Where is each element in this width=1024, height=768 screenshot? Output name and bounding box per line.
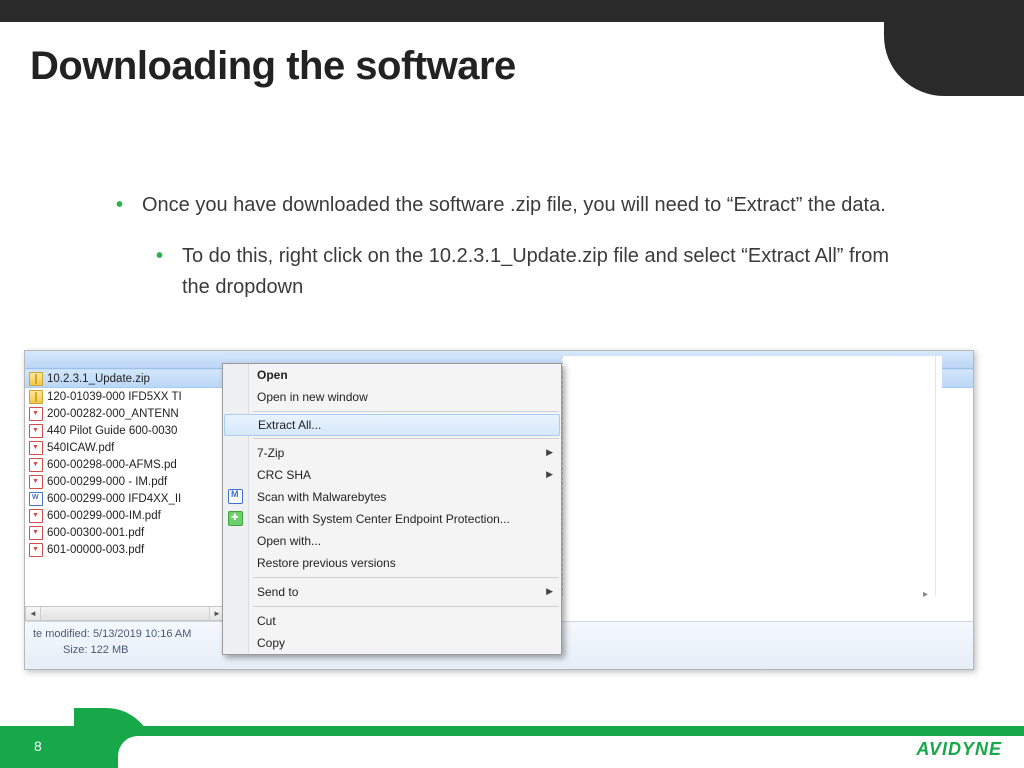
- bullet-main-text: Once you have downloaded the software .z…: [142, 190, 886, 221]
- menu-item-open-with[interactable]: Open with...: [223, 530, 561, 552]
- submenu-arrow-icon: ▶: [546, 447, 553, 458]
- submenu-arrow-icon: ▶: [546, 586, 553, 597]
- file-name: 10.2.3.1_Update.zip: [47, 373, 150, 385]
- scroll-left-arrow-icon[interactable]: ◄: [26, 607, 41, 620]
- pdf-file-icon: [29, 543, 43, 557]
- menu-item-open-new-window[interactable]: Open in new window: [223, 386, 561, 408]
- file-name: 601-00000-003.pdf: [47, 544, 144, 556]
- doc-file-icon: [29, 492, 43, 506]
- file-name: 200-00282-000_ANTENN: [47, 408, 179, 420]
- slide-footer: 8: [0, 726, 1024, 768]
- slide-title: Downloading the software: [30, 44, 516, 89]
- status-modified-label: te modified:: [33, 628, 90, 640]
- file-name: 540ICAW.pdf: [47, 442, 114, 454]
- bullet-main: • Once you have downloaded the software …: [116, 190, 916, 221]
- status-size-label: Size:: [63, 644, 87, 656]
- menu-item-malwarebytes[interactable]: Scan with Malwarebytes: [223, 486, 561, 508]
- file-name: 120-01039-000 IFD5XX TI: [47, 391, 182, 403]
- file-name: 600-00298-000-AFMS.pd: [47, 459, 177, 471]
- explorer-preview-pane: ▸: [562, 356, 942, 596]
- file-name: 600-00299-000-IM.pdf: [47, 510, 161, 522]
- menu-separator: [253, 438, 559, 439]
- menu-item-copy[interactable]: Copy: [223, 632, 561, 654]
- menu-separator: [253, 577, 559, 578]
- status-modified-value: 5/13/2019 10:16 AM: [93, 628, 191, 640]
- zip-file-icon: [29, 372, 43, 386]
- preview-scroll-right-icon[interactable]: ▸: [923, 589, 928, 600]
- menu-item-crc-sha[interactable]: CRC SHA▶: [223, 464, 561, 486]
- menu-item-scep[interactable]: Scan with System Center Endpoint Protect…: [223, 508, 561, 530]
- pdf-file-icon: [29, 441, 43, 455]
- pdf-file-icon: [29, 407, 43, 421]
- page-number: 8: [34, 738, 42, 754]
- bullet-sub: • To do this, right click on the 10.2.3.…: [156, 241, 916, 303]
- menu-item-cut[interactable]: Cut: [223, 610, 561, 632]
- menu-separator: [253, 411, 559, 412]
- bullet-icon: •: [116, 190, 142, 221]
- file-name: 600-00299-000 - IM.pdf: [47, 476, 167, 488]
- submenu-arrow-icon: ▶: [546, 469, 553, 480]
- bullet-icon: •: [156, 241, 182, 303]
- slide-body: • Once you have downloaded the software …: [116, 190, 916, 303]
- menu-item-send-to[interactable]: Send to▶: [223, 581, 561, 603]
- menu-item-extract-all[interactable]: Extract All...: [224, 414, 560, 436]
- bullet-sub-text: To do this, right click on the 10.2.3.1_…: [182, 241, 916, 303]
- endpoint-protection-icon: [228, 511, 243, 526]
- context-menu: Open Open in new window Extract All... 7…: [222, 363, 562, 655]
- file-name: 600-00300-001.pdf: [47, 527, 144, 539]
- menu-item-open[interactable]: Open: [223, 364, 561, 386]
- menu-item-7zip[interactable]: 7-Zip▶: [223, 442, 561, 464]
- menu-separator: [253, 606, 559, 607]
- malwarebytes-icon: [228, 489, 243, 504]
- pdf-file-icon: [29, 475, 43, 489]
- menu-item-restore-versions[interactable]: Restore previous versions: [223, 552, 561, 574]
- slide-top-notch: [884, 0, 1024, 96]
- file-name: 600-00299-000 IFD4XX_II: [47, 493, 181, 505]
- pdf-file-icon: [29, 424, 43, 438]
- zip-file-icon: [29, 390, 43, 404]
- horizontal-scrollbar[interactable]: ◄ ►: [25, 606, 225, 621]
- file-name: 440 Pilot Guide 600-0030: [47, 425, 177, 437]
- pdf-file-icon: [29, 509, 43, 523]
- status-size-value: 122 MB: [91, 644, 129, 656]
- pdf-file-icon: [29, 458, 43, 472]
- brand-logo: AVIDYNE: [916, 739, 1002, 760]
- footer-white-bar: [118, 736, 1024, 768]
- pdf-file-icon: [29, 526, 43, 540]
